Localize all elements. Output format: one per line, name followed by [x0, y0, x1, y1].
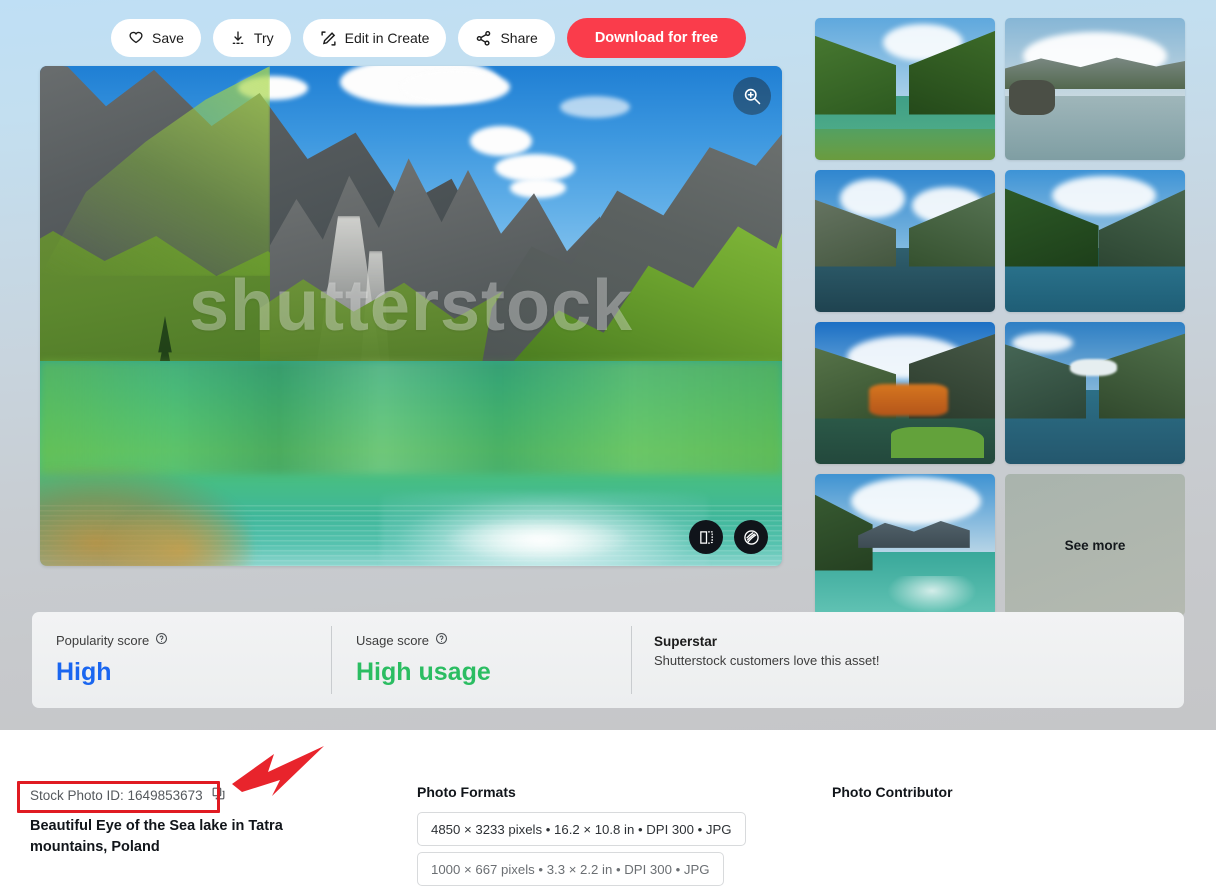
scores-card: Popularity score High Usage score High u… — [32, 612, 1184, 708]
popularity-score-section: Popularity score High — [32, 612, 332, 708]
similar-images-rail: See more — [815, 18, 1185, 616]
superstar-section: Superstar Shutterstock customers love th… — [632, 612, 1184, 708]
share-label: Share — [500, 30, 538, 46]
save-button[interactable]: Save — [111, 19, 201, 57]
popularity-score-label: Popularity score — [56, 632, 332, 648]
save-label: Save — [152, 30, 184, 46]
magnifier-plus-icon[interactable] — [733, 77, 771, 115]
share-button[interactable]: Share — [458, 19, 555, 57]
hero-section: Save Try Edit in Create Share Download f… — [0, 0, 1216, 730]
details-section: Stock Photo ID: 1649853673 Beautiful Eye… — [0, 730, 1216, 895]
edit-in-create-button[interactable]: Edit in Create — [302, 19, 447, 57]
popularity-score-value: High — [56, 658, 112, 686]
thumbnail-5[interactable] — [1005, 322, 1185, 464]
crop-resize-icon[interactable] — [689, 520, 723, 554]
question-circle-icon[interactable] — [435, 632, 448, 648]
thumbnail-1[interactable] — [1005, 18, 1185, 160]
photo-contributor-heading: Photo Contributor — [832, 784, 953, 800]
download-try-icon — [230, 30, 246, 46]
share-nodes-icon — [475, 30, 492, 47]
try-label: Try — [253, 30, 274, 46]
usage-score-section: Usage score High usage — [332, 612, 632, 708]
similar-pattern-icon[interactable] — [734, 520, 768, 554]
thumbnail-3[interactable] — [1005, 170, 1185, 312]
superstar-title: Superstar — [654, 634, 718, 649]
image-action-buttons — [689, 520, 768, 554]
lake-water — [40, 361, 782, 566]
usage-score-label: Usage score — [356, 632, 632, 648]
edit-pencil-icon — [320, 30, 337, 47]
photo-formats-heading: Photo Formats — [417, 784, 516, 800]
thumbnail-2[interactable] — [815, 170, 995, 312]
usage-score-value: High usage — [356, 658, 491, 686]
thumbnail-4[interactable] — [815, 322, 995, 464]
main-photo[interactable]: shutterstock — [40, 66, 782, 566]
format-option-1[interactable]: 1000 × 667 pixels • 3.3 × 2.2 in • DPI 3… — [417, 852, 724, 886]
format-option-0[interactable]: 4850 × 3233 pixels • 16.2 × 10.8 in • DP… — [417, 812, 746, 846]
edit-in-create-label: Edit in Create — [344, 30, 430, 46]
copy-icon[interactable] — [211, 786, 226, 804]
stock-photo-id-label: Stock Photo ID: 1649853673 — [30, 787, 203, 803]
stock-photo-id-row[interactable]: Stock Photo ID: 1649853673 — [30, 786, 226, 804]
superstar-subtitle: Shutterstock customers love this asset! — [654, 653, 880, 668]
thumbnail-0[interactable] — [815, 18, 995, 160]
download-label: Download for free — [594, 30, 719, 46]
try-button[interactable]: Try — [212, 19, 291, 57]
asset-title: Beautiful Eye of the Sea lake in Tatra m… — [30, 818, 283, 855]
see-more-label: See more — [1064, 537, 1126, 553]
thumbnail-6[interactable] — [815, 474, 995, 616]
action-toolbar: Save Try Edit in Create Share Download f… — [111, 18, 747, 58]
heart-icon — [128, 30, 144, 46]
question-circle-icon[interactable] — [155, 632, 168, 648]
see-more-tile[interactable]: See more — [1005, 474, 1185, 616]
download-for-free-button[interactable]: Download for free — [566, 18, 747, 58]
photo-artwork — [40, 66, 782, 566]
